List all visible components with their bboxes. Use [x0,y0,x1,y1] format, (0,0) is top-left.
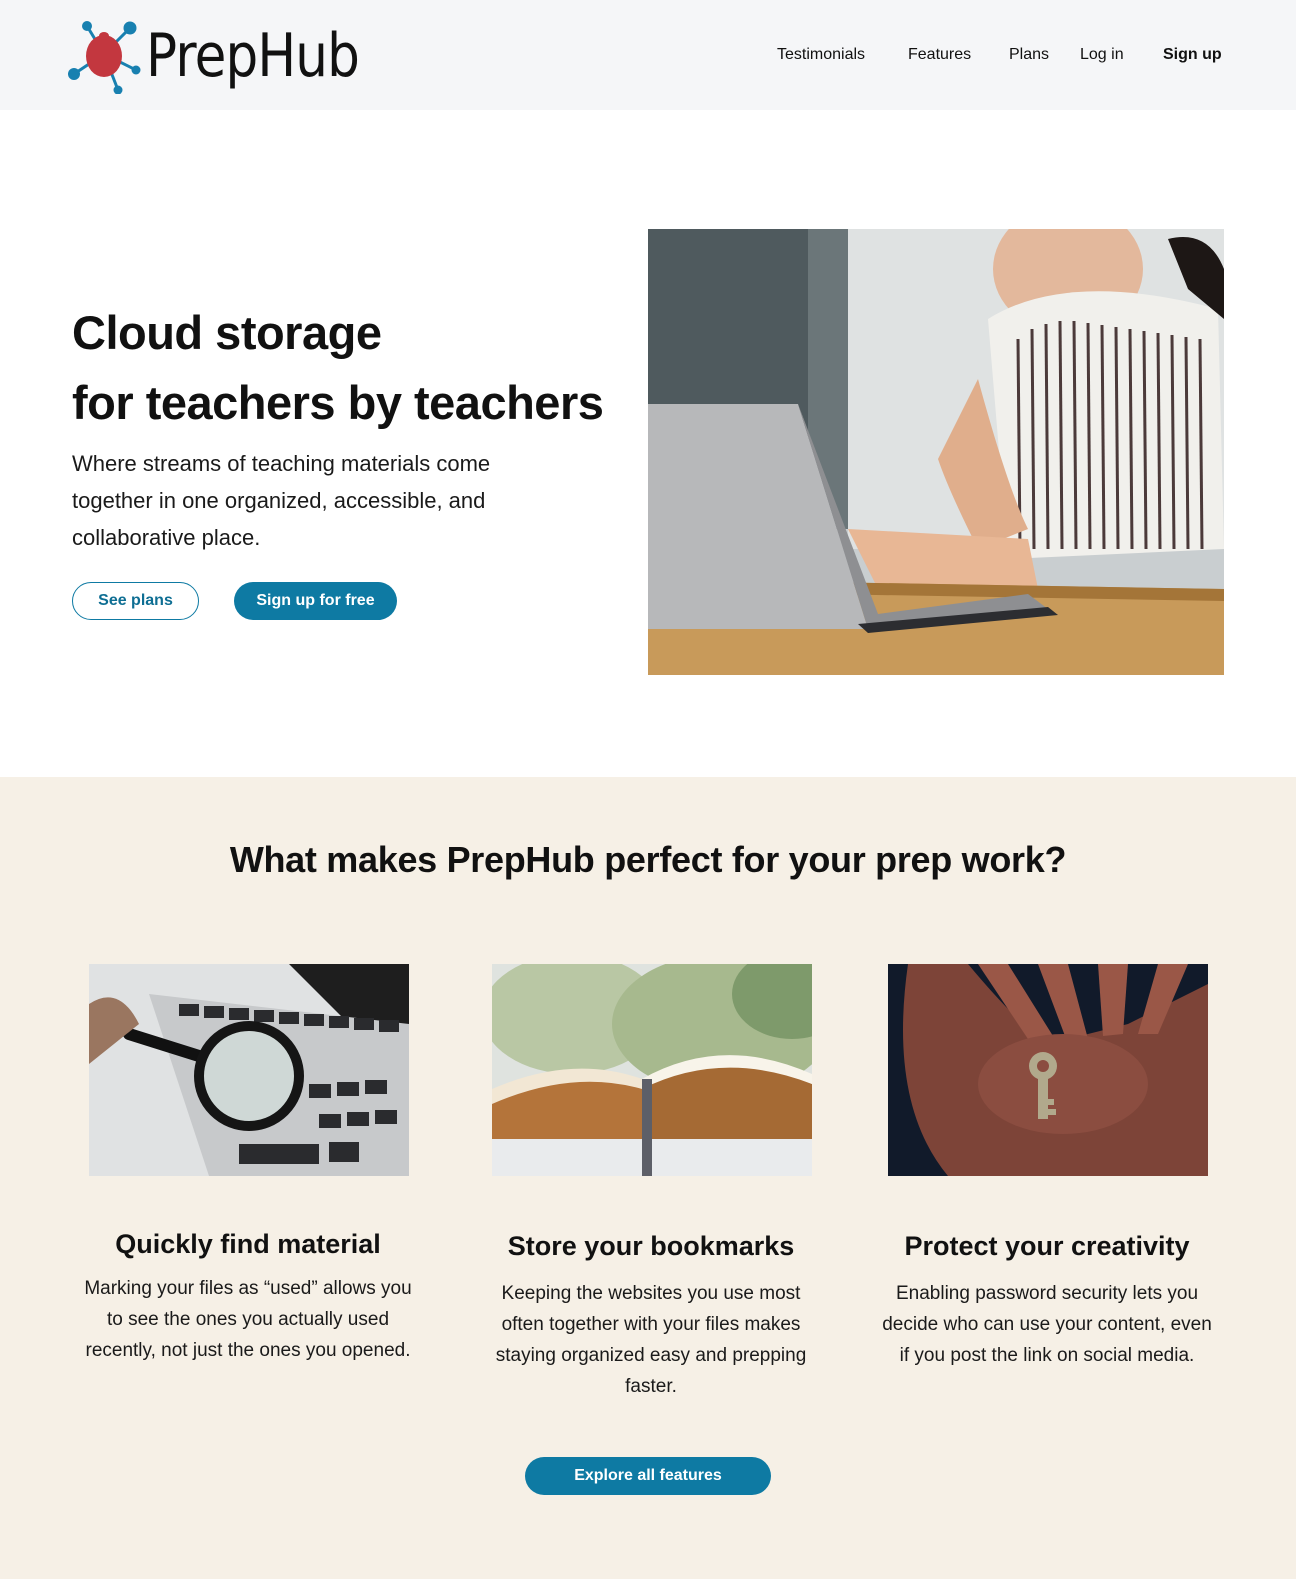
features-section: What makes PrepHub perfect for your prep… [0,777,1296,1579]
see-plans-button[interactable]: See plans [72,582,199,620]
nav-plans[interactable]: Plans [1009,46,1049,68]
logo-text: PrepHub [146,21,360,91]
explore-features-button[interactable]: Explore all features [525,1457,771,1495]
feature-title-protect: Protect your creativity [904,1231,1190,1261]
features-title: What makes PrepHub perfect for your prep… [229,839,1067,880]
feature-title-bookmarks: Store your bookmarks [507,1231,795,1261]
feature-text-bookmarks: Keeping the websites you use most often … [495,1283,807,1397]
feature-text-protect: Enabling password security lets you deci… [882,1283,1212,1366]
nav-testimonials[interactable]: Testimonials [777,46,865,68]
hero-title-line1: Cloud storage [72,306,382,359]
logo[interactable]: PrepHub [68,18,394,94]
site-header: PrepHub Testimonials Features Plans Log … [0,0,1296,110]
feature-image-open-book [492,964,812,1176]
feature-image-key-in-hand [888,964,1208,1176]
hero-subtitle: Where streams of teaching materials come… [72,451,491,550]
feature-image-magnifier-laptop [89,964,409,1176]
feature-text-find: Marking your files as “used” allows you … [84,1278,412,1361]
nav-features[interactable]: Features [908,46,971,68]
nav-login[interactable]: Log in [1080,46,1124,68]
hero-photo-woman-laptop [648,229,1224,675]
logo-icon [68,21,141,94]
sign-up-free-button[interactable]: Sign up for free [234,582,397,620]
nav-signup[interactable]: Sign up [1163,46,1222,68]
feature-title-find: Quickly find material [115,1229,381,1259]
hero-title: Cloud storage for teachers by teachers [72,298,604,438]
hero-title-line2: for teachers by teachers [72,376,604,429]
